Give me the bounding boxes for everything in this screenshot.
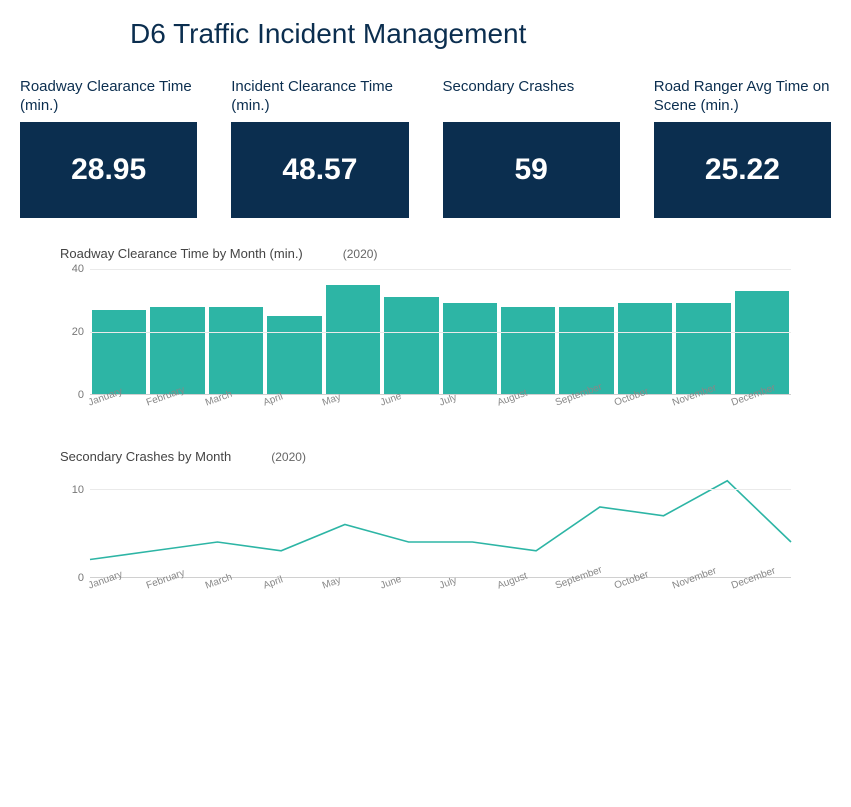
kpi-secondary-crashes: Secondary Crashes 59 [443, 78, 620, 218]
kpi-label: Incident Clearance Time (min.) [231, 78, 408, 118]
kpi-road-ranger: Road Ranger Avg Time on Scene (min.) 25.… [654, 78, 831, 218]
y-tick: 40 [72, 263, 84, 275]
line-y-axis: 010 [60, 472, 88, 578]
bar-chart-year: (2020) [343, 247, 378, 261]
line-chart-year: (2020) [271, 450, 306, 464]
kpi-incident-clearance: Incident Clearance Time (min.) 48.57 [231, 78, 408, 218]
kpi-label: Roadway Clearance Time (min.) [20, 78, 197, 118]
line-chart-title: Secondary Crashes by Month [60, 449, 231, 464]
bar-y-axis: 02040 [60, 269, 88, 395]
y-tick: 0 [78, 572, 84, 584]
kpi-value: 28.95 [20, 122, 197, 218]
bar-x-axis: JanuaryFebruaryMarchAprilMayJuneJulyAugu… [90, 395, 791, 419]
bar-chart-title: Roadway Clearance Time by Month (min.) [60, 246, 303, 261]
kpi-label: Road Ranger Avg Time on Scene (min.) [654, 78, 831, 118]
kpi-label: Secondary Crashes [443, 78, 620, 118]
kpi-roadway-clearance: Roadway Clearance Time (min.) 28.95 [20, 78, 197, 218]
kpi-row: Roadway Clearance Time (min.) 28.95 Inci… [20, 78, 831, 218]
kpi-value: 25.22 [654, 122, 831, 218]
line-x-axis: JanuaryFebruaryMarchAprilMayJuneJulyAugu… [90, 578, 791, 602]
kpi-value: 48.57 [231, 122, 408, 218]
bar-chart-area: 02040 JanuaryFebruaryMarchAprilMayJuneJu… [60, 269, 791, 419]
y-tick: 10 [72, 484, 84, 496]
line-series [90, 481, 791, 560]
y-tick: 20 [72, 326, 84, 338]
y-tick: 0 [78, 389, 84, 401]
line-chart-block: Secondary Crashes by Month (2020) 010 Ja… [60, 449, 791, 602]
line-chart-area: 010 JanuaryFebruaryMarchAprilMayJuneJuly… [60, 472, 791, 602]
bar-chart-block: Roadway Clearance Time by Month (min.) (… [60, 246, 791, 419]
page-title: D6 Traffic Incident Management [130, 18, 851, 50]
bar-plot [90, 269, 791, 395]
bar [326, 285, 380, 394]
kpi-value: 59 [443, 122, 620, 218]
